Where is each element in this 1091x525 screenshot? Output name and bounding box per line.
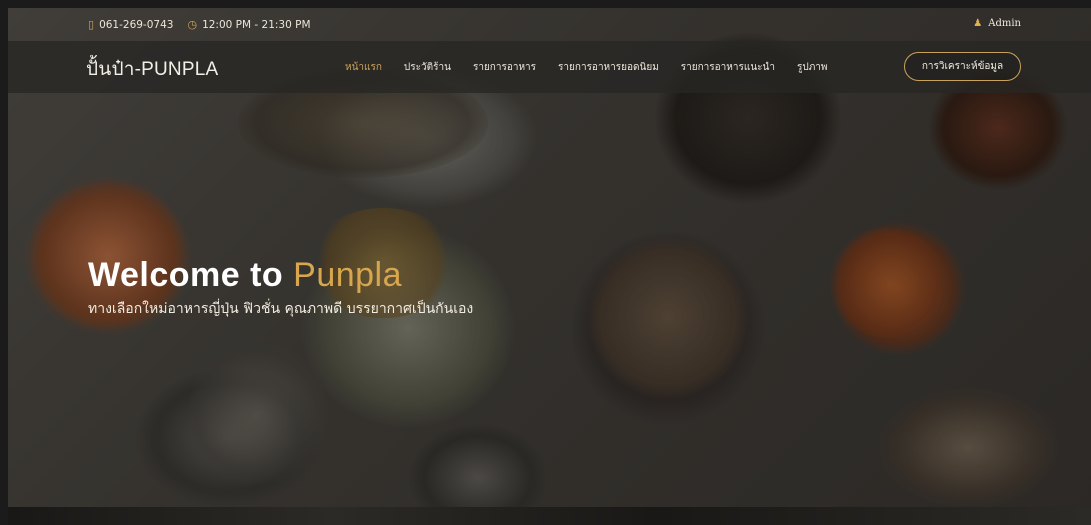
hero-title: Welcome to Punpla	[88, 256, 402, 295]
nav-item-history[interactable]: ประวัติร้าน	[404, 60, 451, 75]
nav-menu: หน้าแรก ประวัติร้าน รายการอาหาร รายการอา…	[345, 41, 850, 93]
nav-item-menu[interactable]: รายการอาหาร	[473, 60, 536, 75]
nav-item-gallery[interactable]: รูปภาพ	[797, 60, 828, 75]
phone-number: 061-269-0743	[99, 18, 174, 31]
nav-item-popular-menu[interactable]: รายการอาหารยอดนิยม	[558, 60, 659, 75]
brand-logo[interactable]: ปั้นป๋า-PUNPLA	[86, 54, 218, 84]
phone-icon: ▯	[88, 18, 95, 31]
hero-section: ▯ 061-269-0743 ◷ 12:00 PM - 21:30 PM ♟ A…	[8, 8, 1091, 525]
user-icon: ♟	[973, 18, 983, 29]
nav-item-home[interactable]: หน้าแรก	[345, 60, 382, 75]
clock-icon: ◷	[187, 18, 198, 31]
hero-subtitle: ทางเลือกใหม่อาหารญี่ปุ่น ฟิวชั่น คุณภาพด…	[88, 301, 474, 317]
next-section-edge	[8, 507, 1091, 525]
admin-account-link[interactable]: ♟ Admin	[973, 18, 1021, 29]
data-analysis-button[interactable]: การวิเคราะห์ข้อมูล	[904, 52, 1021, 81]
phone-contact[interactable]: ▯ 061-269-0743	[88, 18, 173, 31]
admin-label: Admin	[988, 18, 1021, 29]
hero-title-prefix: Welcome to	[88, 256, 294, 294]
main-navbar: ปั้นป๋า-PUNPLA หน้าแรก ประวัติร้าน รายกา…	[8, 41, 1091, 93]
nav-item-recommended-menu[interactable]: รายการอาหารแนะนำ	[681, 60, 775, 75]
opening-hours: ◷ 12:00 PM - 21:30 PM	[187, 18, 310, 31]
top-info-bar: ▯ 061-269-0743 ◷ 12:00 PM - 21:30 PM	[8, 8, 1091, 41]
hero-title-accent: Punpla	[293, 256, 403, 294]
hours-text: 12:00 PM - 21:30 PM	[202, 18, 311, 31]
